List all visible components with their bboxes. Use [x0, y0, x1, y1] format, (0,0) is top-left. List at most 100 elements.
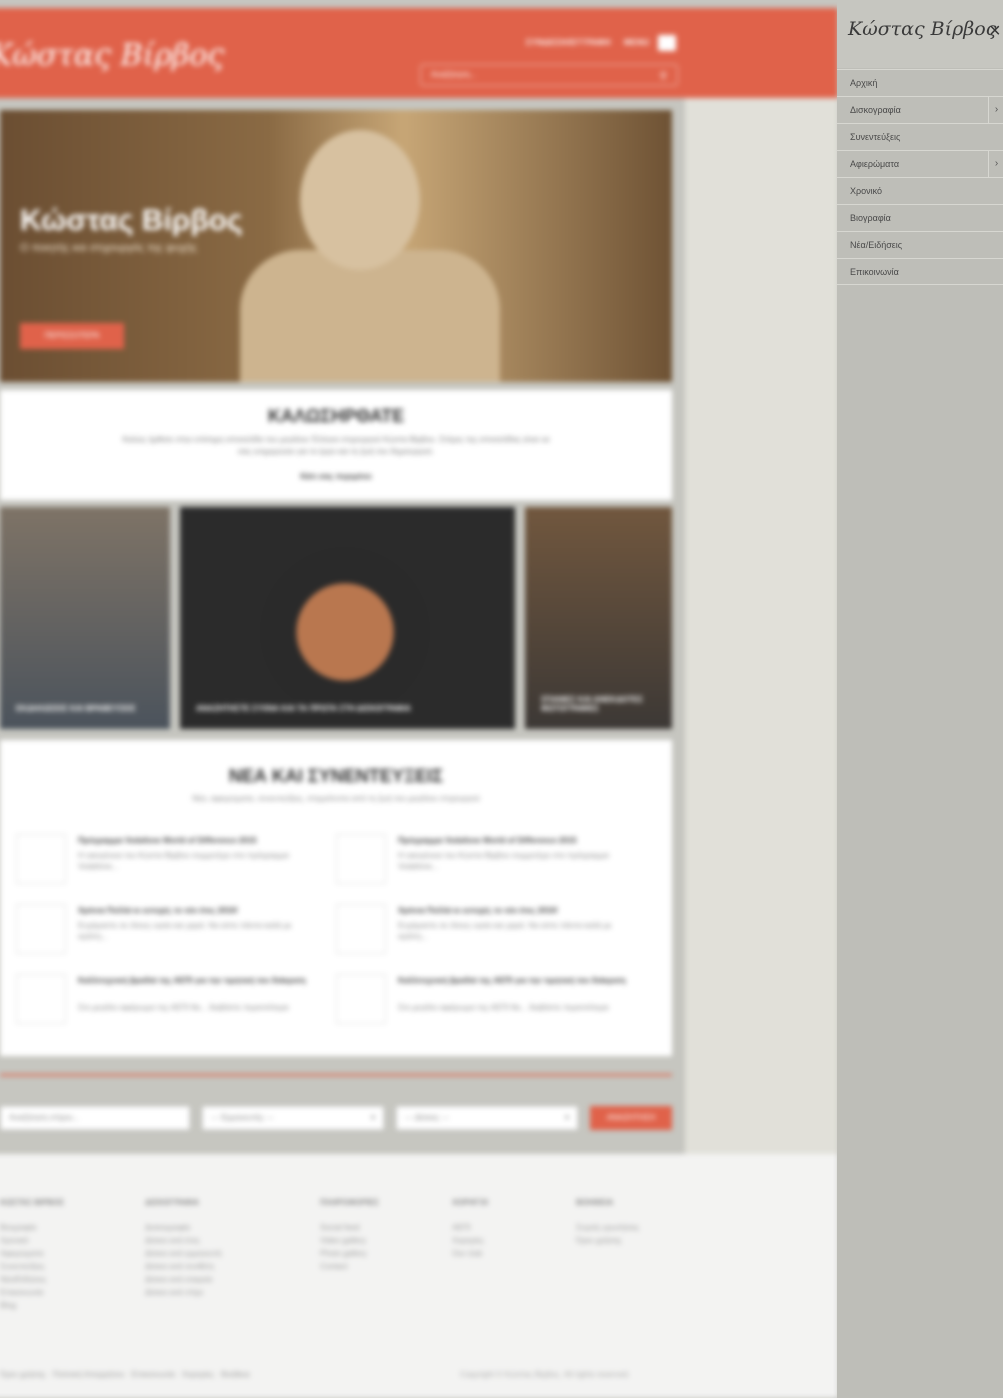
submenu-toggle-icon[interactable]: ›: [988, 97, 1003, 123]
footer-link[interactable]: Δίσκοι ανά έτος: [145, 1236, 285, 1245]
login-link[interactable]: ΣΥΝΔΕΣΗ/ΕΓΓΡΑΦΗ: [526, 38, 611, 47]
footer-link[interactable]: Αφιερώματα: [0, 1249, 140, 1258]
menu-item-label: Δισκογραφία: [850, 105, 901, 115]
footer-link[interactable]: Blog: [0, 1301, 140, 1310]
hamburger-icon[interactable]: [658, 35, 676, 51]
menu-item-discography[interactable]: Δισκογραφία ›: [837, 96, 1003, 123]
menu-item-label: Βιογραφία: [850, 213, 891, 223]
footer-link[interactable]: Δίσκοι ανά ερμηνευτή: [145, 1249, 285, 1258]
search-input[interactable]: Αναζήτηση... ⚲: [420, 64, 678, 86]
footer-link[interactable]: Επικοινωνία: [0, 1288, 140, 1297]
menu-item-label: Χρονικό: [850, 186, 883, 196]
news-item-title[interactable]: Πρόγραμμα Vodafone World of Difference 2…: [78, 836, 308, 845]
tile-caption: ΕΚΔΗΛΩΣΕΙΣ ΚΑΙ ΒΡΑΒΕΥΣΕΙΣ: [16, 704, 136, 713]
news-thumbnail: [336, 904, 386, 954]
welcome-text: Καλώς ήρθατε στην επίσημη ιστοσελίδα του…: [122, 435, 550, 456]
menu-item-chronicle[interactable]: Χρονικό: [837, 177, 1003, 204]
news-item-title[interactable]: Χρόνια Πολλά κι ευτυχές το νέο έτος 2016…: [398, 906, 628, 915]
news-item-snippet: Ευχόμαστε σε όλους υγεία και χαρά. Να εί…: [398, 921, 612, 941]
news-section: ΝΕΑ ΚΑΙ ΣΥΝΕΝΤΕΥΞΕΙΣ Νέα, αφιερώματα, συ…: [0, 740, 672, 1056]
footer-link[interactable]: Χορηγίες: [452, 1236, 592, 1245]
footer-link[interactable]: Νέα/Ειδήσεις: [0, 1275, 140, 1284]
news-item-title[interactable]: Χρόνια Πολλά κι ευτυχές το νέο έτος 2016…: [78, 906, 308, 915]
chevron-down-icon: ▾: [564, 1113, 569, 1122]
news-heading: ΝΕΑ ΚΑΙ ΣΥΝΕΝΤΕΥΞΕΙΣ: [228, 766, 444, 786]
welcome-heading: ΚΑΛΩΣΗΡΘΑΤΕ: [267, 406, 405, 426]
side-menu-logo[interactable]: Κώστας Βίρβος: [848, 18, 996, 40]
news-item[interactable]: Καλλιτεχνική βραδιά της ΑΕΠΙ για την τιμ…: [16, 974, 316, 1034]
footer-link[interactable]: Δίσκοι ανά συνθέτη: [145, 1262, 285, 1271]
search-placeholder: Αναζήτηση...: [431, 70, 477, 79]
welcome-link[interactable]: Κάτι σας περιμένει: [0, 472, 672, 481]
menu-item-label: Νέα/Ειδήσεις: [850, 240, 903, 250]
welcome-section: ΚΑΛΩΣΗΡΘΑΤΕ Καλώς ήρθατε στην επίσημη ισ…: [0, 390, 672, 500]
footer-link[interactable]: Our club: [452, 1249, 592, 1258]
footer-link[interactable]: Όροι χρήσης: [576, 1236, 716, 1245]
menu-item-home[interactable]: Αρχική: [837, 69, 1003, 96]
footer-bottom-links[interactable]: Όροι χρήσης · Πολιτική Απορρήτου · Επικο…: [0, 1370, 250, 1379]
vinyl-record-image: [260, 547, 430, 717]
news-item-title[interactable]: Πρόγραμμα Vodafone World of Difference 2…: [398, 836, 628, 845]
section-divider: [0, 1074, 672, 1076]
footer-link[interactable]: Video gallery: [320, 1236, 460, 1245]
news-item[interactable]: Πρόγραμμα Vodafone World of Difference 2…: [16, 834, 316, 894]
submenu-toggle-icon[interactable]: ›: [988, 151, 1003, 177]
footer-link[interactable]: Photo gallery: [320, 1249, 460, 1258]
side-menu-panel: Κώστας Βίρβος × Αρχική Δισκογραφία › Συν…: [837, 0, 1003, 1398]
tile-caption: ΣΠΑΝΙΕΣ ΚΑΙ ΑΝΕΚΔΟΤΕΣ ΦΩΤΟΓΡΑΦΙΕΣ: [541, 695, 643, 713]
news-thumbnail: [16, 834, 66, 884]
menu-item-interviews[interactable]: Συνεντεύξεις: [837, 123, 1003, 150]
footer-link[interactable]: Δίσκοι ανά εταιρεία: [145, 1275, 285, 1284]
footer-link[interactable]: Συχνές ερωτήσεις: [576, 1223, 716, 1232]
news-item-title[interactable]: Καλλιτεχνική βραδιά της ΑΕΠΙ για την τιμ…: [78, 976, 308, 985]
menu-item-label: Αρχική: [850, 78, 878, 88]
news-thumbnail: [336, 974, 386, 1024]
search-icon[interactable]: ⚲: [660, 67, 667, 87]
menu-item-contact[interactable]: Επικοινωνία: [837, 258, 1003, 285]
news-thumbnail: [16, 904, 66, 954]
hero-photo-face: [300, 130, 420, 270]
site-footer: ΚΩΣΤΑΣ ΒΙΡΒΟΣ Βιογραφία Χρονικό Αφιερώμα…: [0, 1154, 838, 1398]
close-icon[interactable]: ×: [989, 20, 1001, 43]
viewport: Κώστας Βίρβος ΣΥΝΔΕΣΗ/ΕΓΓΡΑΦΗ MENU Αναζή…: [0, 0, 1003, 1398]
news-item[interactable]: Χρόνια Πολλά κι ευτυχές το νέο έτος 2016…: [336, 904, 636, 964]
menu-item-tributes[interactable]: Αφιερώματα ›: [837, 150, 1003, 177]
news-item-title[interactable]: Καλλιτεχνική βραδιά της ΑΕΠΙ για την τιμ…: [398, 976, 628, 985]
news-item[interactable]: Καλλιτεχνική βραδιά της ΑΕΠΙ για την τιμ…: [336, 974, 636, 1034]
footer-link[interactable]: Χρονικό: [0, 1236, 140, 1245]
menu-item-label: Επικοινωνία: [850, 267, 899, 277]
footer-link[interactable]: ΑΕΠΙ: [452, 1223, 592, 1232]
hero-banner: Κώστας Βίρβος Ο ποιητής και στιχουργός τ…: [0, 110, 672, 382]
footer-link[interactable]: Δισκογραφία: [145, 1223, 285, 1232]
footer-column-heading: ΚΩΣΤΑΣ ΒΙΡΒΟΣ: [0, 1198, 65, 1207]
menu-link[interactable]: MENU: [624, 38, 650, 47]
lyrics-search-input[interactable]: Αναζήτηση στίχου...: [0, 1106, 190, 1130]
footer-column: ΚΩΣΤΑΣ ΒΙΡΒΟΣ Βιογραφία Χρονικό Αφιερώμα…: [0, 1198, 140, 1314]
album-select[interactable]: --- Δίσκος --- ▾: [396, 1106, 578, 1130]
footer-column: ΠΛΗΡΟΦΟΡΙΕΣ Social feed Video gallery Ph…: [320, 1198, 460, 1275]
footer-column-heading: ΠΛΗΡΟΦΟΡΙΕΣ: [320, 1198, 379, 1207]
news-item[interactable]: Πρόγραμμα Vodafone World of Difference 2…: [336, 834, 636, 894]
copyright-text: Copyright © Κώστας Βίρβος. All rights re…: [460, 1370, 631, 1379]
footer-link[interactable]: Δίσκοι ανά στίχο: [145, 1288, 285, 1297]
side-menu-header: Κώστας Βίρβος ×: [837, 0, 1003, 68]
footer-link[interactable]: Βιογραφία: [0, 1223, 140, 1232]
feature-tile-events[interactable]: ΕΚΔΗΛΩΣΕΙΣ ΚΑΙ ΒΡΑΒΕΥΣΕΙΣ: [0, 507, 170, 729]
news-item-snippet: Η οικογένεια του Κώστα Βίρβου συμμετέχει…: [78, 851, 289, 871]
footer-link[interactable]: Συνεντεύξεις: [0, 1262, 140, 1271]
menu-item-news[interactable]: Νέα/Ειδήσεις: [837, 231, 1003, 258]
hero-more-button[interactable]: ΠΕΡΙΣΣΟΤΕΡΑ: [20, 323, 124, 349]
footer-column-heading: ΔΙΣΚΟΓΡΑΦΙΑ: [145, 1198, 200, 1207]
footer-link[interactable]: Social feed: [320, 1223, 460, 1232]
news-thumbnail: [336, 834, 386, 884]
feature-tile-discography[interactable]: ΑΝΑΖΗΤΗΣΤΕ ΣΥΧΝΑ ΚΑΙ ΤΑ ΠΡΩΤΑ ΣΤΗ ΔΙΣΚΟΓ…: [180, 507, 515, 729]
filter-search-button[interactable]: ΑΝΑΖΗΤΗΣΗ: [590, 1106, 672, 1130]
footer-column: ΔΙΣΚΟΓΡΑΦΙΑ Δισκογραφία Δίσκοι ανά έτος …: [145, 1198, 285, 1301]
feature-tile-photos[interactable]: ΣΠΑΝΙΕΣ ΚΑΙ ΑΝΕΚΔΟΤΕΣ ΦΩΤΟΓΡΑΦΙΕΣ: [525, 507, 672, 729]
news-thumbnail: [16, 974, 66, 1024]
news-item[interactable]: Χρόνια Πολλά κι ευτυχές το νέο έτος 2016…: [16, 904, 316, 964]
performer-select[interactable]: --- Ερμηνευτής --- ▾: [202, 1106, 384, 1130]
site-logo[interactable]: Κώστας Βίρβος: [0, 38, 224, 73]
menu-item-biography[interactable]: Βιογραφία: [837, 204, 1003, 231]
footer-link[interactable]: Contact: [320, 1262, 460, 1271]
